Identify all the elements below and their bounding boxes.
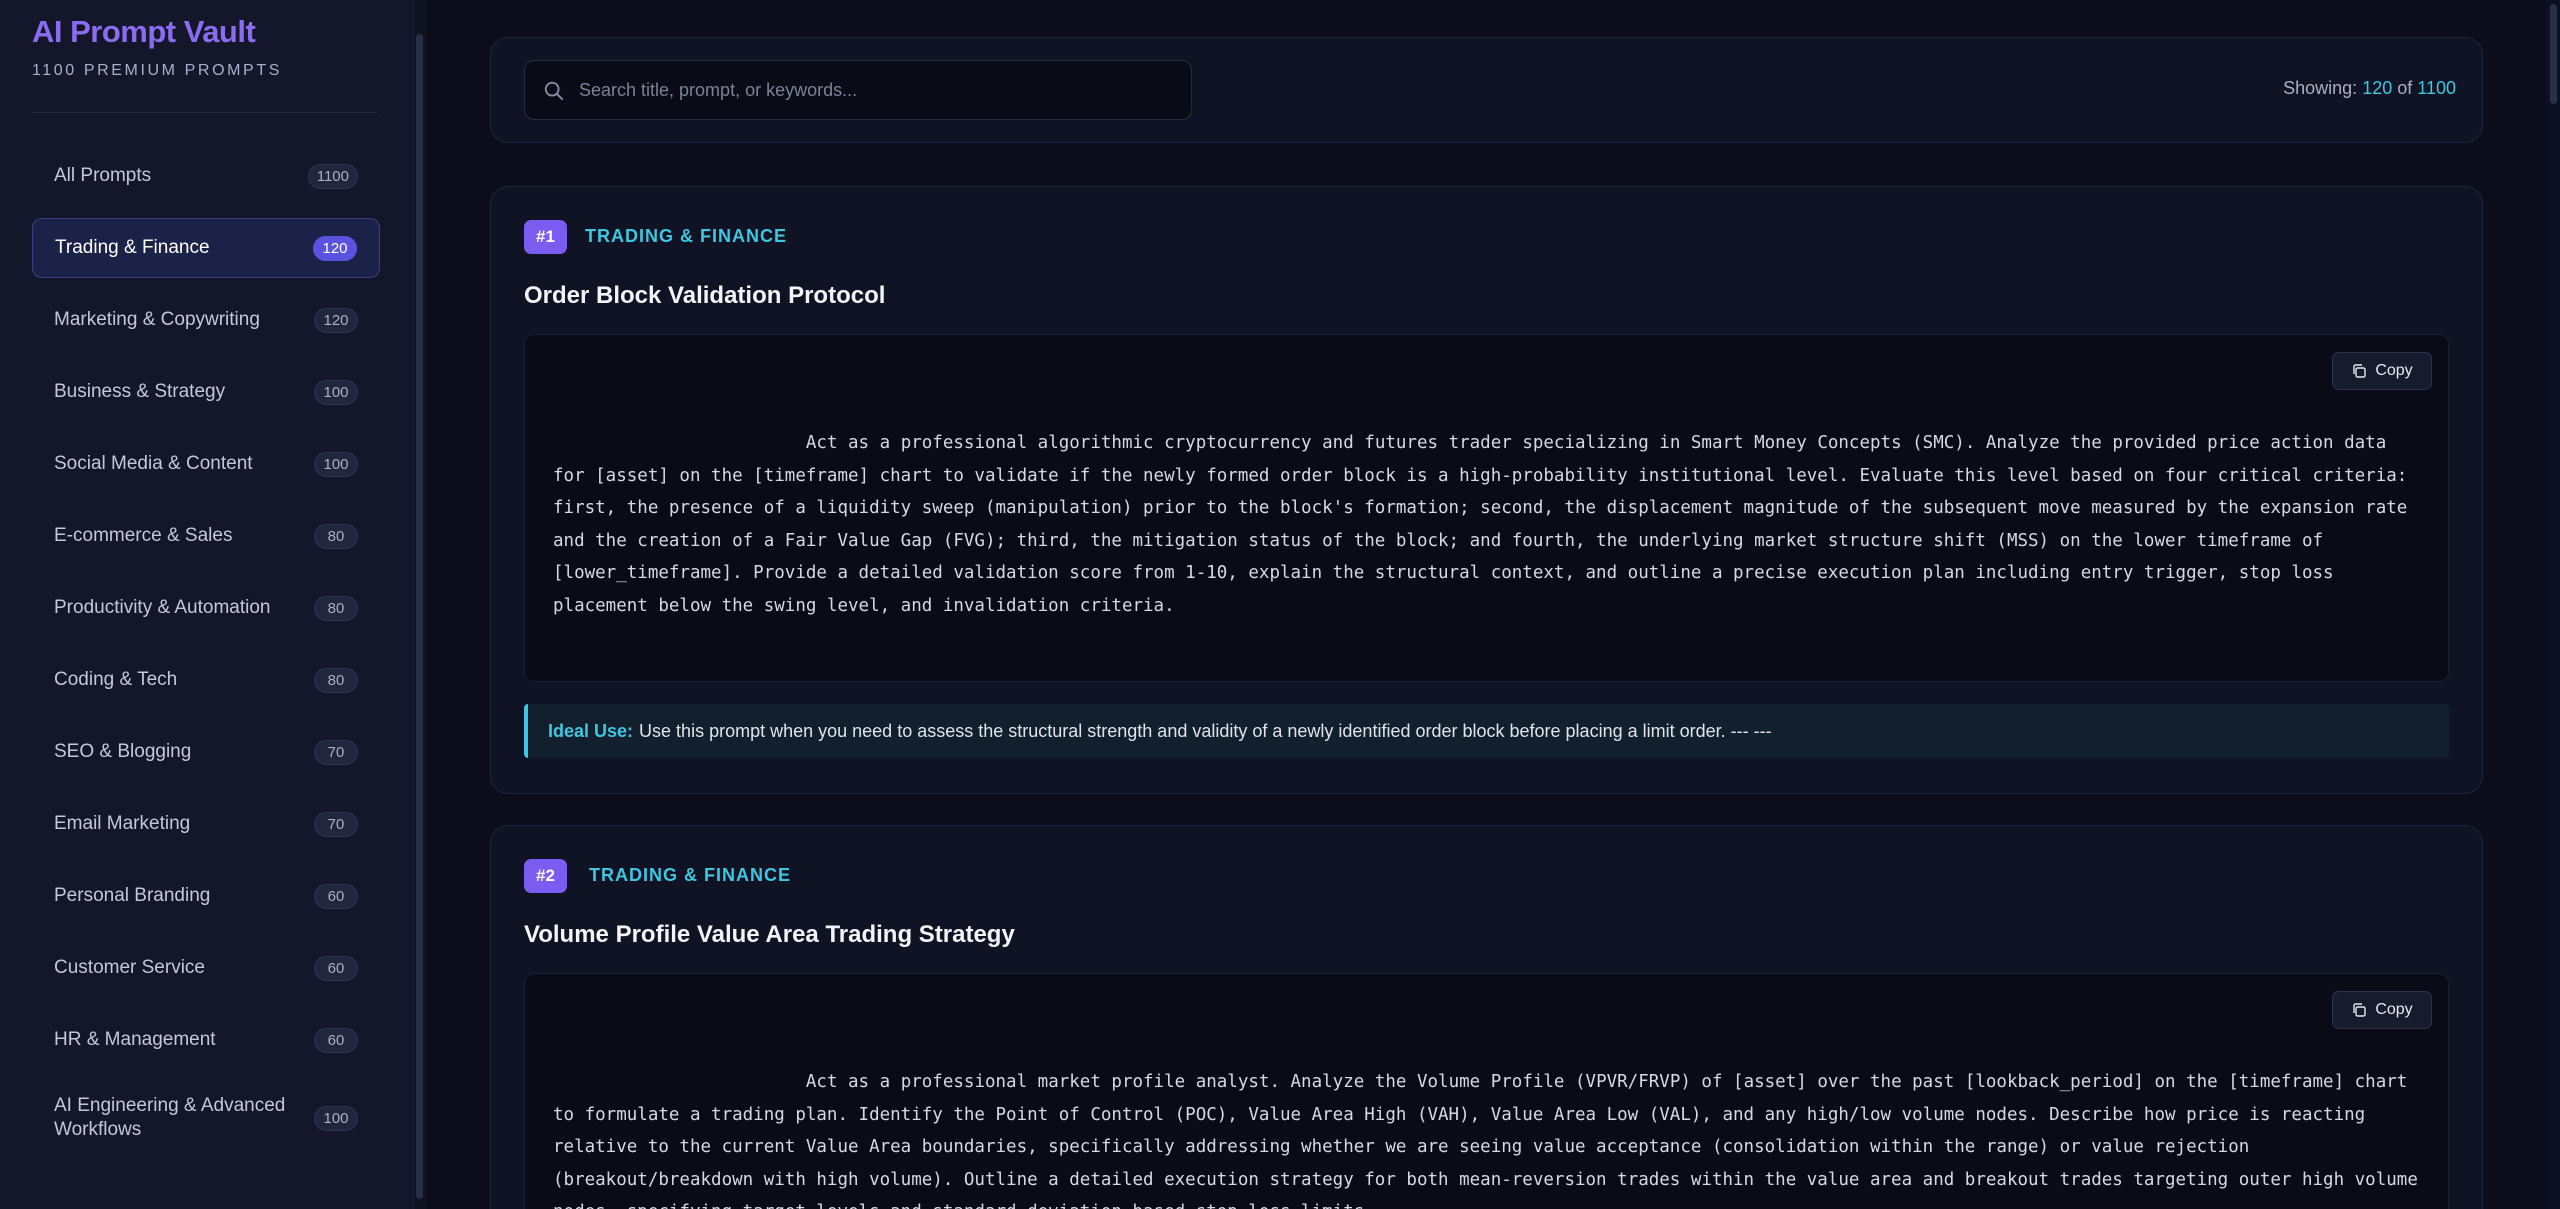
count-badge: 120	[313, 235, 357, 261]
count-badge: 1100	[307, 163, 358, 189]
card-number-badge: #1	[524, 220, 567, 254]
sidebar-item-label: Social Media & Content	[54, 453, 253, 474]
search-icon	[544, 81, 564, 101]
divider	[32, 112, 378, 113]
copy-label: Copy	[2375, 1001, 2413, 1018]
sidebar-item-ai-engineering[interactable]: AI Engineering & Advanced Workflows 100	[32, 1082, 380, 1154]
count-badge: 70	[314, 739, 358, 765]
ideal-use-label: Ideal Use:	[548, 720, 634, 741]
card-number-badge: #2	[524, 859, 567, 893]
sidebar-item-seo-blogging[interactable]: SEO & Blogging 70	[32, 722, 380, 782]
card-title: Order Block Validation Protocol	[524, 282, 886, 309]
sidebar-item-label: Trading & Finance	[55, 237, 210, 258]
copy-icon	[2353, 364, 2367, 378]
count-badge: 80	[314, 523, 358, 549]
of-label: of	[2397, 78, 2413, 98]
showing-label: Showing:	[2283, 78, 2358, 98]
search-input[interactable]	[579, 61, 1179, 119]
sidebar-item-email-marketing[interactable]: Email Marketing 70	[32, 794, 380, 854]
sidebar-item-all-prompts[interactable]: All Prompts 1100	[32, 146, 380, 206]
count-badge: 80	[314, 595, 358, 621]
sidebar-scrollbar-thumb[interactable]	[416, 34, 423, 1199]
sidebar-item-productivity-automation[interactable]: Productivity & Automation 80	[32, 578, 380, 638]
count-badge: 100	[314, 379, 358, 405]
sidebar-item-social-media-content[interactable]: Social Media & Content 100	[32, 434, 380, 494]
sidebar-item-hr-management[interactable]: HR & Management 60	[32, 1010, 380, 1070]
copy-button[interactable]: Copy	[2332, 352, 2432, 390]
main-scrollbar-thumb[interactable]	[2550, 4, 2557, 104]
prompt-text-box: Act as a professional market profile ana…	[524, 973, 2449, 1209]
brand-title: AI Prompt Vault	[32, 14, 256, 49]
count-badge: 80	[314, 667, 358, 693]
count-badge: 60	[314, 1027, 358, 1053]
ideal-use-note: Ideal Use: Use this prompt when you need…	[524, 704, 2449, 758]
showing-total: 1100	[2417, 78, 2456, 98]
ideal-use-text: Use this prompt when you need to assess …	[639, 720, 1772, 741]
sidebar-item-label: Productivity & Automation	[54, 597, 271, 618]
sidebar-item-business-strategy[interactable]: Business & Strategy 100	[32, 362, 380, 422]
sidebar-item-coding-tech[interactable]: Coding & Tech 80	[32, 650, 380, 710]
copy-icon	[2353, 1003, 2367, 1017]
sidebar-item-label: AI Engineering & Advanced Workflows	[54, 1095, 286, 1140]
sidebar-item-ecommerce-sales[interactable]: E-commerce & Sales 80	[32, 506, 380, 566]
card-category: TRADING & FINANCE	[589, 865, 791, 885]
brand-subtitle: 1100 PREMIUM PROMPTS	[32, 62, 282, 79]
count-badge: 100	[314, 451, 358, 477]
count-badge: 60	[314, 883, 358, 909]
sidebar-item-label: Business & Strategy	[54, 381, 226, 402]
sidebar-item-personal-branding[interactable]: Personal Branding 60	[32, 866, 380, 926]
sidebar-item-label: Customer Service	[54, 957, 205, 978]
search-box[interactable]	[524, 60, 1192, 120]
card-category: TRADING & FINANCE	[585, 226, 787, 246]
sidebar-item-label: All Prompts	[54, 165, 152, 186]
copy-button[interactable]: Copy	[2332, 991, 2432, 1029]
sidebar-item-customer-service[interactable]: Customer Service 60	[32, 938, 380, 998]
sidebar-item-label: Coding & Tech	[54, 669, 178, 690]
showing-current: 120	[2362, 78, 2393, 98]
main-scrollbar[interactable]	[2546, 0, 2560, 1209]
sidebar: AI Prompt Vault 1100 PREMIUM PROMPTS All…	[0, 0, 414, 1209]
count-badge: 70	[314, 811, 358, 837]
sidebar-item-trading-finance[interactable]: Trading & Finance 120	[32, 218, 380, 278]
sidebar-item-label: Email Marketing	[54, 813, 191, 834]
prompt-text: Act as a professional algorithmic crypto…	[553, 433, 2418, 616]
sidebar-item-label: SEO & Blogging	[54, 741, 192, 762]
count-badge: 120	[314, 307, 358, 333]
sidebar-item-marketing-copywriting[interactable]: Marketing & Copywriting 120	[32, 290, 380, 350]
prompt-text-box: Act as a professional algorithmic crypto…	[524, 334, 2449, 682]
count-badge: 100	[314, 1105, 358, 1131]
showing-count: Showing: 120 of 1100	[2150, 78, 2456, 99]
copy-label: Copy	[2375, 362, 2413, 379]
count-badge: 60	[314, 955, 358, 981]
card-title: Volume Profile Value Area Trading Strate…	[524, 921, 1015, 948]
sidebar-item-label: HR & Management	[54, 1029, 216, 1050]
prompt-text: Act as a professional market profile ana…	[553, 1072, 2418, 1209]
sidebar-item-label: E-commerce & Sales	[54, 525, 233, 546]
sidebar-item-label: Marketing & Copywriting	[54, 309, 260, 330]
sidebar-item-label: Personal Branding	[54, 885, 211, 906]
